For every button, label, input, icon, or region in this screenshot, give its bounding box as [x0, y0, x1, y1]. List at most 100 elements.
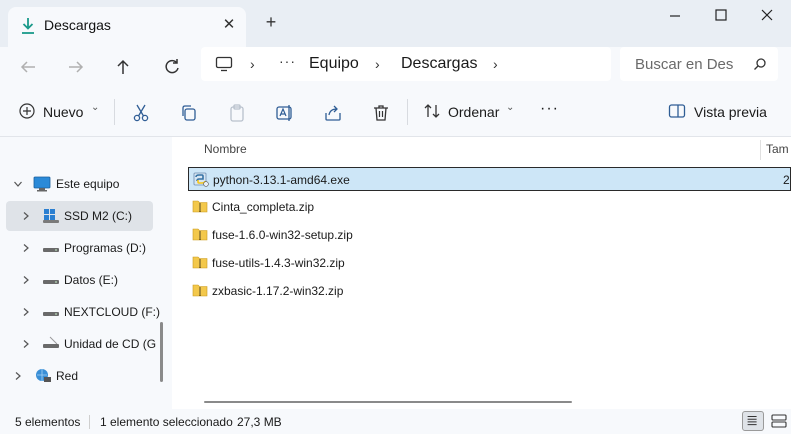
delete-icon[interactable] [371, 103, 391, 123]
address-bar[interactable]: › ··· Equipo › Descargas › [201, 47, 611, 81]
share-icon[interactable] [323, 103, 343, 123]
file-name: python-3.13.1-amd64.exe [213, 173, 350, 187]
selection-count: 1 elemento seleccionado [100, 415, 233, 429]
new-label: Nuevo [43, 104, 84, 120]
chevron-right-icon[interactable] [21, 274, 31, 284]
chevron-right-icon[interactable]: › [375, 56, 380, 72]
chevron-right-icon[interactable]: › [493, 56, 498, 72]
copy-icon[interactable] [179, 103, 199, 123]
tree-label: Programas (D:) [64, 241, 147, 255]
drive-icon [42, 240, 60, 256]
chevron-down-icon: ⌄ [506, 102, 515, 113]
sort-icon [424, 104, 440, 118]
column-header: Nombre Tam [172, 137, 791, 161]
chevron-right-icon[interactable] [21, 242, 31, 252]
close-tab-icon[interactable]: ✕ [220, 16, 238, 34]
chevron-down-icon[interactable] [13, 178, 23, 188]
file-name: fuse-utils-1.4.3-win32.zip [212, 256, 345, 270]
column-size-header[interactable]: Tam [766, 142, 789, 156]
sort-label: Ordenar [448, 104, 500, 120]
refresh-button[interactable] [160, 55, 184, 79]
chevron-right-icon[interactable] [21, 306, 31, 316]
breadcrumb-overflow[interactable]: ··· [279, 53, 296, 69]
file-name: fuse-1.6.0-win32-setup.zip [212, 228, 353, 242]
maximize-button[interactable] [710, 6, 732, 24]
tree-item-este-equipo[interactable]: Este equipo [0, 169, 160, 199]
chevron-right-icon[interactable] [21, 210, 31, 220]
sort-button[interactable]: Ordenar ⌄ [423, 102, 518, 122]
divider [114, 99, 115, 125]
navigation-pane: Este equipo SSD M2 (C:) Programas (D:) D… [0, 137, 172, 409]
tree-label: SSD M2 (C:) [64, 209, 133, 223]
plus-circle-icon [19, 103, 35, 119]
new-button[interactable]: Nuevo ⌄ [18, 102, 102, 122]
breadcrumb-descargas[interactable]: Descargas [401, 55, 477, 73]
file-size: 2 [783, 173, 790, 187]
computer-icon [215, 56, 233, 72]
rename-icon[interactable] [275, 103, 295, 123]
search-placeholder: Buscar en Des [635, 56, 734, 73]
file-row[interactable]: fuse-1.6.0-win32-setup.zip [188, 223, 791, 247]
column-name-header[interactable]: Nombre [204, 142, 247, 156]
windows-drive-icon [42, 208, 60, 224]
details-view-button[interactable] [742, 411, 764, 431]
python-installer-icon [193, 171, 209, 187]
file-list: Nombre Tam python-3.13.1-amd64.exe 2 Cin… [172, 137, 791, 409]
up-button[interactable] [111, 55, 135, 79]
title-bar: Descargas ✕ + [0, 0, 791, 47]
file-row[interactable]: Cinta_completa.zip [188, 195, 791, 219]
tree-item-unidad-cd[interactable]: Unidad de CD (G [0, 329, 160, 359]
chevron-right-icon[interactable] [21, 338, 31, 348]
more-options-button[interactable]: ··· [540, 100, 559, 120]
chevron-right-icon[interactable]: › [250, 56, 255, 72]
network-icon [34, 368, 52, 384]
tree-label: NEXTCLOUD (F:) [64, 305, 160, 319]
tree-item-nextcloud[interactable]: NEXTCLOUD (F:) [0, 297, 160, 327]
back-button[interactable] [16, 55, 40, 79]
drive-icon [42, 272, 60, 288]
minimize-button[interactable] [664, 6, 686, 24]
selection-size: 27,3 MB [237, 415, 282, 429]
new-tab-button[interactable]: + [262, 13, 280, 31]
chevron-down-icon: ⌄ [91, 102, 100, 113]
status-bar: 5 elementos 1 elemento seleccionado 27,3… [0, 409, 791, 434]
horizontal-scrollbar[interactable] [204, 401, 572, 403]
tree-label: Datos (E:) [64, 273, 119, 287]
search-input[interactable]: Buscar en Des [620, 47, 778, 81]
chevron-right-icon[interactable] [13, 370, 23, 380]
zip-folder-icon [192, 198, 208, 214]
zip-folder-icon [192, 282, 208, 298]
tab-title: Descargas [44, 17, 111, 33]
tree-label: Unidad de CD (G [64, 337, 157, 351]
tree-label: Este equipo [56, 177, 120, 191]
tab-descargas[interactable]: Descargas ✕ [8, 7, 246, 47]
preview-label: Vista previa [694, 104, 767, 120]
file-row[interactable]: python-3.13.1-amd64.exe 2 [188, 167, 791, 191]
item-count: 5 elementos [15, 415, 81, 429]
file-name: Cinta_completa.zip [212, 200, 315, 214]
search-icon[interactable] [753, 57, 767, 71]
command-bar: Nuevo ⌄ Ordenar ⌄ ··· Vista previa [0, 87, 791, 137]
download-icon [20, 17, 36, 35]
column-divider[interactable] [760, 140, 761, 160]
nav-scrollbar[interactable] [160, 322, 163, 382]
forward-button[interactable] [64, 55, 88, 79]
tiles-view-button[interactable] [768, 411, 790, 431]
divider [89, 415, 90, 429]
preview-pane-icon [668, 104, 686, 118]
tree-item-ssd-m2[interactable]: SSD M2 (C:) [6, 201, 153, 231]
drive-icon [42, 304, 60, 320]
file-row[interactable]: zxbasic-1.17.2-win32.zip [188, 279, 791, 303]
preview-pane-button[interactable]: Vista previa [668, 102, 778, 122]
cd-drive-icon [42, 336, 60, 352]
paste-icon[interactable] [227, 103, 247, 123]
tree-item-red[interactable]: Red [0, 361, 160, 391]
tree-item-datos[interactable]: Datos (E:) [0, 265, 160, 295]
breadcrumb-equipo[interactable]: Equipo [309, 55, 359, 73]
zip-folder-icon [192, 226, 208, 242]
file-row[interactable]: fuse-utils-1.4.3-win32.zip [188, 251, 791, 275]
tree-item-programas[interactable]: Programas (D:) [0, 233, 160, 263]
close-window-button[interactable] [756, 6, 778, 24]
address-row: › ··· Equipo › Descargas › Buscar en Des [0, 47, 791, 87]
cut-icon[interactable] [131, 103, 151, 123]
